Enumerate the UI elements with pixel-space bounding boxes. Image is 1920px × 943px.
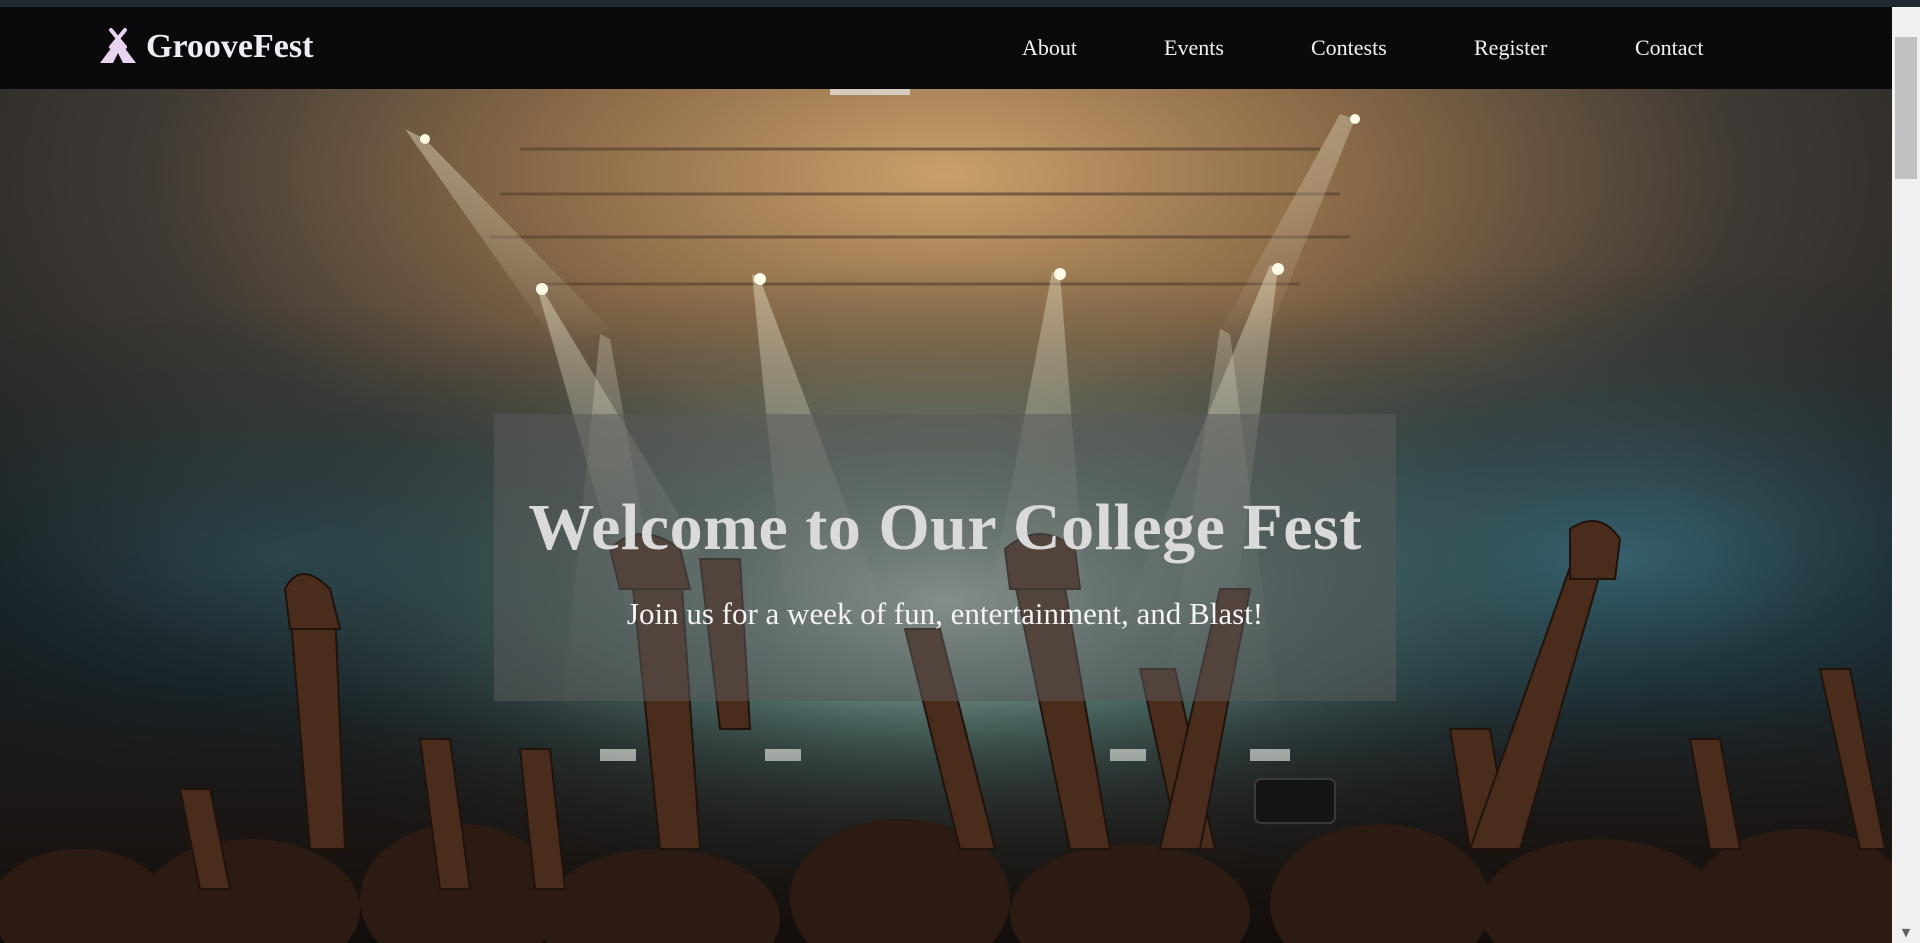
nav-link-about[interactable]: About bbox=[1022, 35, 1077, 61]
scroll-down-arrow-icon[interactable]: ▼ bbox=[1892, 921, 1920, 943]
page: GrooveFest About Events Contests Registe… bbox=[0, 7, 1892, 943]
nav-link-events[interactable]: Events bbox=[1164, 35, 1224, 61]
hero-subtitle: Join us for a week of fun, entertainment… bbox=[626, 596, 1264, 631]
nav-link-contests[interactable]: Contests bbox=[1311, 35, 1387, 61]
brand-logo-link[interactable]: GrooveFest bbox=[98, 27, 313, 67]
nav-link-contact[interactable]: Contact bbox=[1635, 35, 1703, 61]
hero-title: Welcome to Our College Fest bbox=[528, 491, 1362, 564]
window-top-strip bbox=[0, 0, 1920, 7]
hero-section: Welcome to Our College Fest Join us for … bbox=[0, 89, 1892, 943]
hero-banner: Welcome to Our College Fest Join us for … bbox=[494, 414, 1396, 701]
tent-icon bbox=[98, 27, 138, 67]
brand-name: GrooveFest bbox=[146, 28, 314, 65]
vertical-scrollbar[interactable]: ▲ ▼ bbox=[1892, 7, 1920, 943]
nav-link-register[interactable]: Register bbox=[1474, 35, 1547, 61]
navbar: GrooveFest About Events Contests Registe… bbox=[0, 7, 1892, 89]
scrollbar-thumb[interactable] bbox=[1895, 37, 1917, 179]
